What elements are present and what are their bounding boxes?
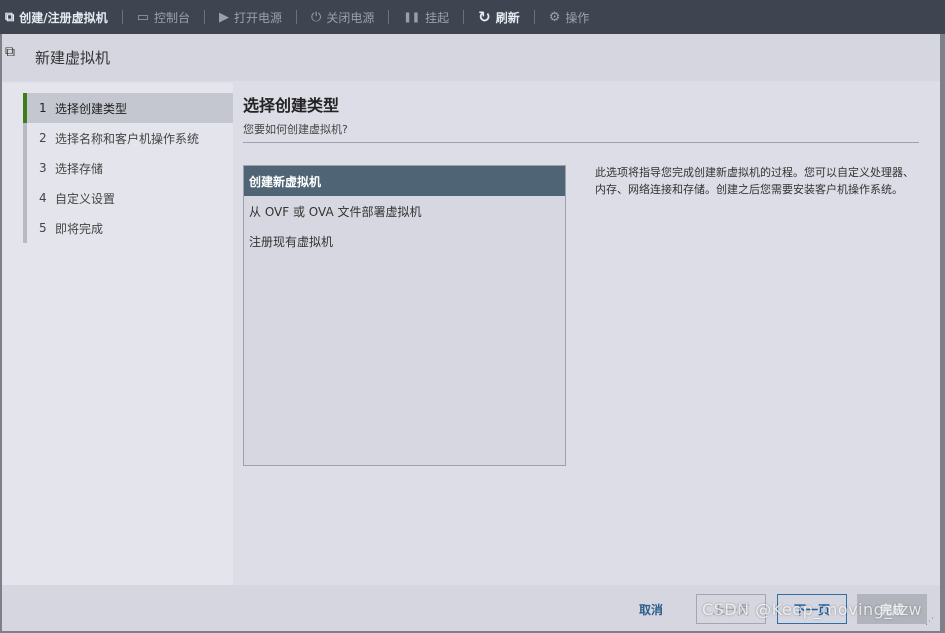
pause-icon: ❚❚: [403, 11, 421, 23]
step-select-creation-type[interactable]: 1 选择创建类型: [23, 93, 233, 123]
suspend-button[interactable]: ❚❚ 挂起: [397, 0, 455, 34]
dialog-header: ⧉ 新建虚拟机: [2, 34, 940, 81]
toolbar-divider: [204, 10, 205, 24]
refresh-button[interactable]: ↻ 刷新: [472, 0, 526, 34]
dialog-title: 新建虚拟机: [35, 49, 111, 67]
step-number: 4: [39, 191, 47, 205]
step-number: 3: [39, 161, 47, 175]
refresh-icon: ↻: [478, 8, 491, 26]
refresh-label: 刷新: [495, 10, 520, 25]
suspend-label: 挂起: [425, 10, 450, 25]
cancel-button[interactable]: 取消: [626, 594, 676, 624]
toolbar-divider: [296, 10, 298, 24]
gear-icon: ⚙: [548, 9, 561, 25]
power-off-button[interactable]: ⏻ 关闭电源: [305, 0, 380, 34]
toolbar-divider: [121, 10, 123, 24]
top-toolbar: ⧉ 创建/注册虚拟机 ▭ 控制台 ▶ 打开电源 ⏻ 关闭电源 ❚❚ 挂起 ↻ 刷…: [0, 0, 945, 34]
watermark: CSDN @Keep_moving_tzw: [702, 600, 923, 619]
add-vm-icon: ⧉: [5, 9, 15, 25]
power-on-label: 打开电源: [234, 10, 283, 25]
toolbar-divider: [533, 10, 535, 24]
new-vm-icon: ⧉: [5, 44, 15, 60]
page-title: 选择创建类型: [243, 96, 340, 115]
title-divider: [243, 142, 919, 143]
option-description: 此选项将指导您完成创建新虚拟机的过程。您可以自定义处理器、内存、网络连接和存储。…: [595, 166, 914, 196]
power-on-button[interactable]: ▶ 打开电源: [213, 0, 288, 34]
actions-button[interactable]: ⚙ 操作: [543, 0, 596, 34]
wizard-steps: 1 选择创建类型 2 选择名称和客户机操作系统 3 选择存储 4 自定义设置 5…: [2, 83, 233, 585]
actions-label: 操作: [565, 10, 590, 25]
console-button[interactable]: ▭ 控制台: [131, 0, 196, 34]
new-vm-dialog: ⧉ 新建虚拟机 1 选择创建类型 2 选择名称和客户机操作系统 3 选择存储 4…: [2, 34, 940, 631]
create-register-vm-button[interactable]: ⧉ 创建/注册虚拟机: [0, 0, 114, 34]
toolbar-divider: [463, 10, 465, 24]
step-number: 2: [39, 131, 47, 145]
step-label: 自定义设置: [55, 191, 116, 206]
step-label: 选择名称和客户机操作系统: [55, 131, 200, 146]
toolbar-divider: [388, 10, 390, 24]
step-label: 选择存储: [55, 161, 104, 176]
step-select-name-and-os[interactable]: 2 选择名称和客户机操作系统: [23, 123, 233, 153]
console-label: 控制台: [153, 10, 190, 25]
step-ready-to-complete[interactable]: 5 即将完成: [23, 213, 233, 243]
create-register-vm-label: 创建/注册虚拟机: [19, 10, 108, 25]
creation-type-list: 创建新虚拟机 从 OVF 或 OVA 文件部署虚拟机 注册现有虚拟机: [243, 165, 566, 466]
console-icon: ▭: [136, 9, 149, 25]
option-register-existing-vm[interactable]: 注册现有虚拟机: [244, 226, 565, 256]
option-deploy-ovf-ova[interactable]: 从 OVF 或 OVA 文件部署虚拟机: [244, 196, 565, 226]
resize-grip-icon[interactable]: ⋰: [925, 617, 934, 627]
wizard-content: 选择创建类型 您要如何创建虚拟机? 创建新虚拟机 从 OVF 或 OVA 文件部…: [233, 83, 940, 585]
page-subtitle: 您要如何创建虚拟机?: [243, 123, 348, 136]
power-off-label: 关闭电源: [326, 10, 375, 25]
step-select-storage[interactable]: 3 选择存储: [23, 153, 233, 183]
step-number: 5: [39, 221, 47, 235]
option-create-new-vm[interactable]: 创建新虚拟机: [244, 166, 565, 196]
step-customize-settings[interactable]: 4 自定义设置: [23, 183, 233, 213]
play-icon: ▶: [219, 9, 229, 25]
step-label: 选择创建类型: [55, 101, 128, 116]
step-label: 即将完成: [55, 221, 104, 236]
step-number: 1: [39, 101, 47, 115]
power-icon: ⏻: [311, 9, 322, 25]
